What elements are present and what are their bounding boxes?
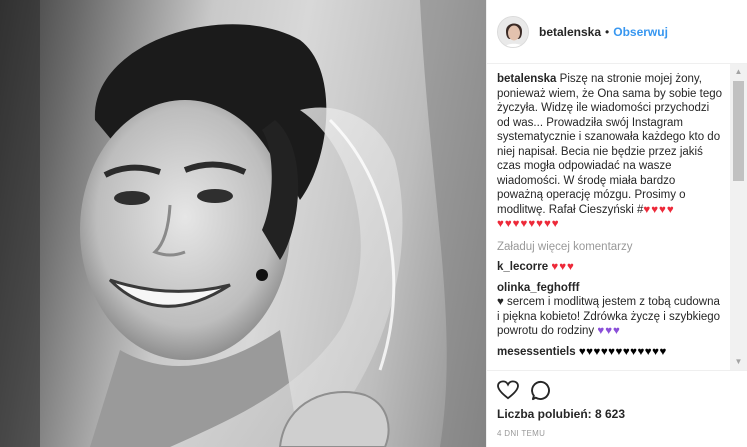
follow-button[interactable]: Obserwuj — [613, 25, 668, 39]
post-sidebar: betalenska • Obserwuj betalenska Piszę n… — [486, 0, 747, 447]
caption-text: Piszę na stronie mojej żony, ponieważ wi… — [497, 73, 723, 216]
comment-item: k_lecorre ♥♥♥ — [497, 260, 722, 275]
photo-illustration — [0, 0, 486, 447]
speech-bubble-icon — [531, 380, 550, 400]
caption-username[interactable]: betalenska — [497, 73, 556, 85]
comment-username[interactable]: k_lecorre — [497, 261, 548, 273]
comment-username[interactable]: olinka_feghofff — [497, 282, 579, 294]
post-timestamp[interactable]: 4 DNI TEMU — [497, 429, 738, 438]
caption-hearts-inline: ♥♥♥♥ — [643, 203, 675, 216]
comments-list[interactable]: betalenska Piszę na stronie mojej żony, … — [487, 64, 730, 370]
comment-username[interactable]: mesessentiels — [497, 346, 576, 358]
comment-emoji: ♥♥♥ — [551, 261, 575, 273]
separator-dot: • — [605, 24, 610, 39]
caption: betalenska Piszę na stronie mojej żony, … — [497, 72, 722, 232]
comment-emoji: ♥♥♥♥♥♥♥♥♥♥♥♥ — [578, 345, 667, 358]
like-button[interactable] — [497, 380, 519, 400]
post-actions: Liczba polubień: 8 623 4 DNI TEMU — [487, 370, 747, 447]
comment-button[interactable] — [531, 380, 552, 401]
post-photo[interactable] — [0, 0, 486, 447]
likes-count[interactable]: Liczba polubień: 8 623 — [497, 407, 738, 421]
comment-emoji: ♥♥♥ — [597, 325, 621, 337]
load-more-comments-button[interactable]: Załaduj więcej komentarzy — [497, 240, 722, 255]
action-icons — [497, 377, 738, 403]
caption-hearts-line: ♥♥♥♥♥♥♥♥ — [497, 218, 560, 230]
comment-item: olinka_feghofff ♥ sercem i modlitwą jest… — [497, 281, 722, 339]
scroll-up-arrow-icon[interactable]: ▲ — [730, 64, 747, 80]
avatar[interactable] — [497, 15, 529, 48]
scroll-down-arrow-icon[interactable]: ▼ — [730, 354, 747, 370]
post-author-username[interactable]: betalenska — [539, 25, 601, 39]
post-header: betalenska • Obserwuj — [487, 0, 747, 64]
scroll-thumb[interactable] — [733, 81, 744, 181]
comment-item: mesessentiels ♥♥♥♥♥♥♥♥♥♥♥♥ — [497, 345, 722, 360]
avatar-image — [498, 16, 528, 47]
comments-scrollbar[interactable]: ▲ ▼ — [730, 64, 747, 370]
heart-outline-icon — [497, 380, 519, 400]
